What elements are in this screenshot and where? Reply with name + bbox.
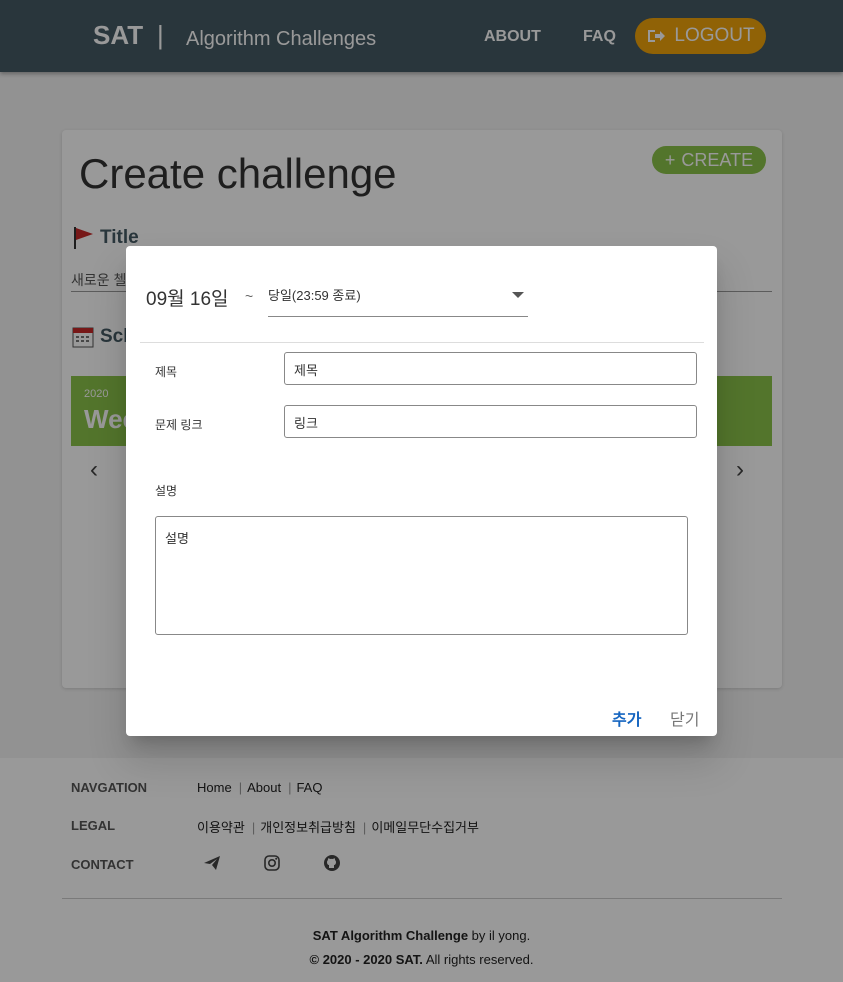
- description-label: 설명: [155, 484, 178, 498]
- caret-down-icon: [512, 292, 524, 298]
- link-field-label: 문제 링크: [155, 418, 203, 432]
- description-textarea[interactable]: 설명: [155, 516, 688, 635]
- title-field[interactable]: 제목: [284, 352, 697, 385]
- dialog-date: 09월 16일: [146, 289, 229, 310]
- date-range-tilde: ~: [245, 288, 254, 304]
- add-problem-dialog: 09월 16일 ~ 당일(23:59 종료) 제목 제목 문제 링크 링크 설명…: [126, 246, 717, 736]
- close-button[interactable]: 닫기: [670, 706, 699, 730]
- end-time-select[interactable]: 당일(23:59 종료): [268, 280, 528, 317]
- link-field[interactable]: 링크: [284, 405, 697, 438]
- dialog-divider: [140, 342, 704, 343]
- add-button[interactable]: 추가: [612, 706, 641, 730]
- end-time-select-value: 당일(23:59 종료): [268, 288, 361, 303]
- title-field-label: 제목: [155, 365, 178, 379]
